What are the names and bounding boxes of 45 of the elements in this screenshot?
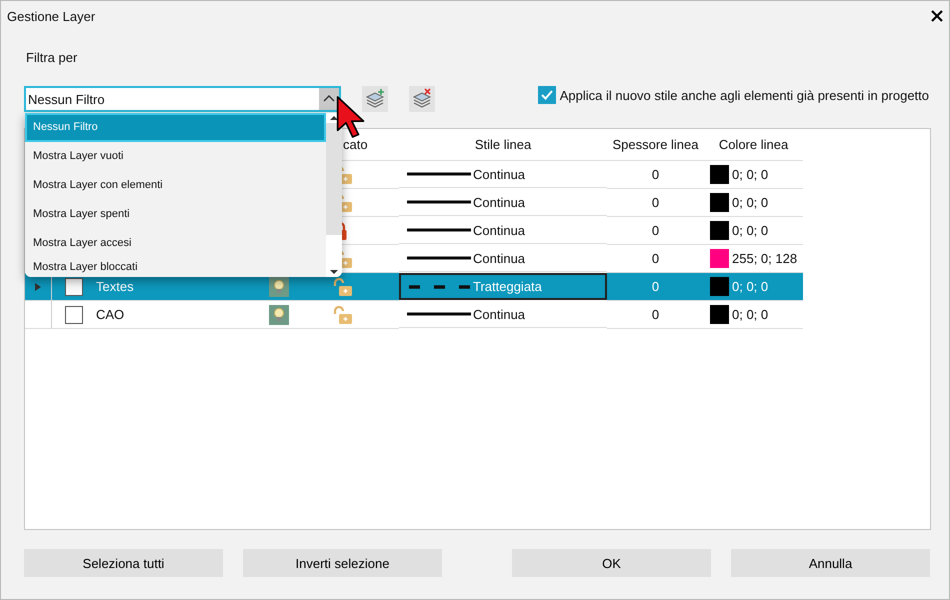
dialog-button[interactable]: Annulla	[731, 549, 930, 577]
color-value: 0; 0; 0	[732, 167, 768, 182]
line-style-cell[interactable]: Continua	[399, 161, 607, 188]
layer-name: Textes	[96, 279, 134, 294]
column-header[interactable]: Colore linea	[718, 137, 788, 152]
line-style-cell[interactable]: Continua	[399, 217, 607, 244]
color-value: 255; 0; 128	[732, 251, 798, 266]
dropdown-option[interactable]: Mostra Layer bloccati	[25, 258, 326, 277]
line-style-name: Continua	[473, 194, 526, 210]
filter-dropdown[interactable]: Nessun Filtro	[24, 86, 341, 112]
line-thickness: 0	[652, 195, 660, 210]
line-style-name: Continua	[473, 250, 526, 266]
color-value: 0; 0; 0	[732, 223, 768, 238]
checkbox-label: Applica il nuovo stile anche agli elementi già presenti in progetto	[560, 88, 929, 102]
line-style-name: Continua	[473, 222, 526, 238]
column-header[interactable]: Spessore linea	[612, 137, 698, 152]
color-value: 0; 0; 0	[732, 307, 768, 322]
filter-label: Filtra per	[25, 50, 78, 67]
line-thickness: 0	[652, 167, 660, 182]
line-thickness: 0	[652, 223, 660, 238]
line-style-cell[interactable]: Continua	[399, 189, 607, 216]
line-style-name: Tratteggiata	[473, 279, 542, 294]
line-style-cell[interactable]: Continua	[399, 245, 607, 272]
table-row[interactable]: CAO Continua 0 0; 0; 0	[25, 301, 803, 329]
dropdown-option[interactable]: Mostra Layer spenti	[25, 200, 326, 229]
line-thickness: 0	[652, 307, 660, 322]
color-value: 0; 0; 0	[732, 195, 768, 210]
layer-name: CAO	[96, 307, 124, 322]
dialog-button[interactable]: Inverti selezione	[243, 549, 442, 577]
color-value: 0; 0; 0	[732, 279, 768, 294]
column-header[interactable]: Stile linea	[474, 137, 532, 152]
dropdown-option[interactable]: Mostra Layer con elementi	[25, 171, 326, 200]
dropdown-option[interactable]: Nessun Filtro	[25, 113, 326, 142]
dropdown-option[interactable]: Mostra Layer accesi	[25, 229, 326, 258]
dropdown-value: Nessun Filtro	[28, 92, 105, 106]
window-title: Gestione Layer	[7, 8, 96, 24]
dropdown-option[interactable]: Mostra Layer vuoti	[25, 142, 326, 171]
line-thickness: 0	[652, 279, 660, 294]
dialog-button[interactable]: Seleziona tutti	[24, 549, 223, 577]
line-style-cell[interactable]: Continua	[399, 301, 607, 328]
line-style-name: Continua	[473, 306, 526, 322]
dialog-button[interactable]: OK	[512, 549, 711, 577]
line-thickness: 0	[652, 251, 660, 266]
line-style-name: Continua	[473, 166, 526, 182]
column-header[interactable]: cato	[343, 137, 368, 152]
